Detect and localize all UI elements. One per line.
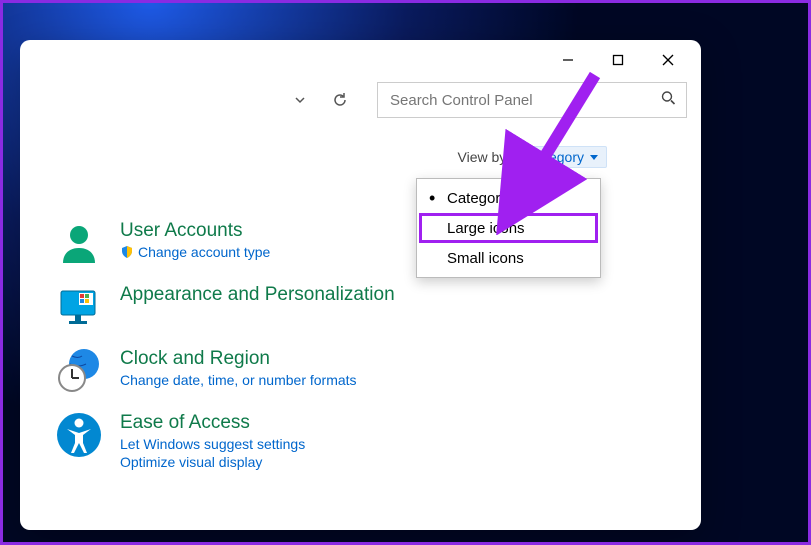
link-change-date-time[interactable]: Change date, time, or number formats	[120, 372, 357, 388]
window-titlebar	[20, 40, 701, 80]
chevron-down-icon[interactable]	[291, 91, 309, 109]
address-bar-tail	[34, 91, 367, 109]
maximize-button[interactable]	[595, 44, 641, 76]
category-title: Ease of Access	[120, 412, 305, 434]
shield-icon	[120, 245, 134, 259]
minimize-button[interactable]	[545, 44, 591, 76]
appearance-icon	[54, 282, 104, 332]
category-clock-region[interactable]: Clock and Region Change date, time, or n…	[54, 346, 677, 396]
dropdown-item-label: Category	[447, 190, 508, 207]
viewby-row: View by: Category	[44, 146, 677, 168]
dropdown-item-small-icons[interactable]: Small icons	[417, 243, 600, 273]
refresh-icon[interactable]	[331, 91, 349, 109]
viewby-label: View by:	[458, 149, 511, 165]
category-appearance[interactable]: Appearance and Personalization	[54, 282, 677, 332]
content-area: View by: Category Category Large icons S…	[20, 126, 701, 530]
category-title: User Accounts	[120, 220, 270, 242]
caret-down-icon	[590, 155, 598, 160]
category-title: Clock and Region	[120, 348, 357, 370]
viewby-dropdown-menu: Category Large icons Small icons	[416, 178, 601, 278]
dropdown-item-label: Small icons	[447, 250, 524, 267]
category-title: Appearance and Personalization	[120, 284, 395, 306]
link-optimize-visual[interactable]: Optimize visual display	[120, 454, 305, 470]
clock-region-icon	[54, 346, 104, 396]
toolbar: Search Control Panel	[20, 80, 701, 126]
close-button[interactable]	[645, 44, 691, 76]
category-ease-of-access[interactable]: Ease of Access Let Windows suggest setti…	[54, 410, 677, 470]
dropdown-item-large-icons[interactable]: Large icons	[417, 213, 600, 243]
ease-of-access-icon	[54, 410, 104, 460]
link-windows-suggest[interactable]: Let Windows suggest settings	[120, 436, 305, 452]
dropdown-item-label: Large icons	[447, 220, 525, 237]
viewby-dropdown-trigger[interactable]: Category	[518, 146, 607, 168]
user-accounts-icon	[54, 218, 104, 268]
viewby-selected-value: Category	[527, 149, 584, 165]
dropdown-item-category[interactable]: Category	[417, 183, 600, 213]
search-placeholder: Search Control Panel	[390, 92, 533, 109]
search-icon[interactable]	[661, 91, 676, 110]
link-change-account-type[interactable]: Change account type	[120, 244, 270, 260]
control-panel-window: Search Control Panel View by: Category C…	[20, 40, 701, 530]
search-input[interactable]: Search Control Panel	[377, 82, 687, 118]
